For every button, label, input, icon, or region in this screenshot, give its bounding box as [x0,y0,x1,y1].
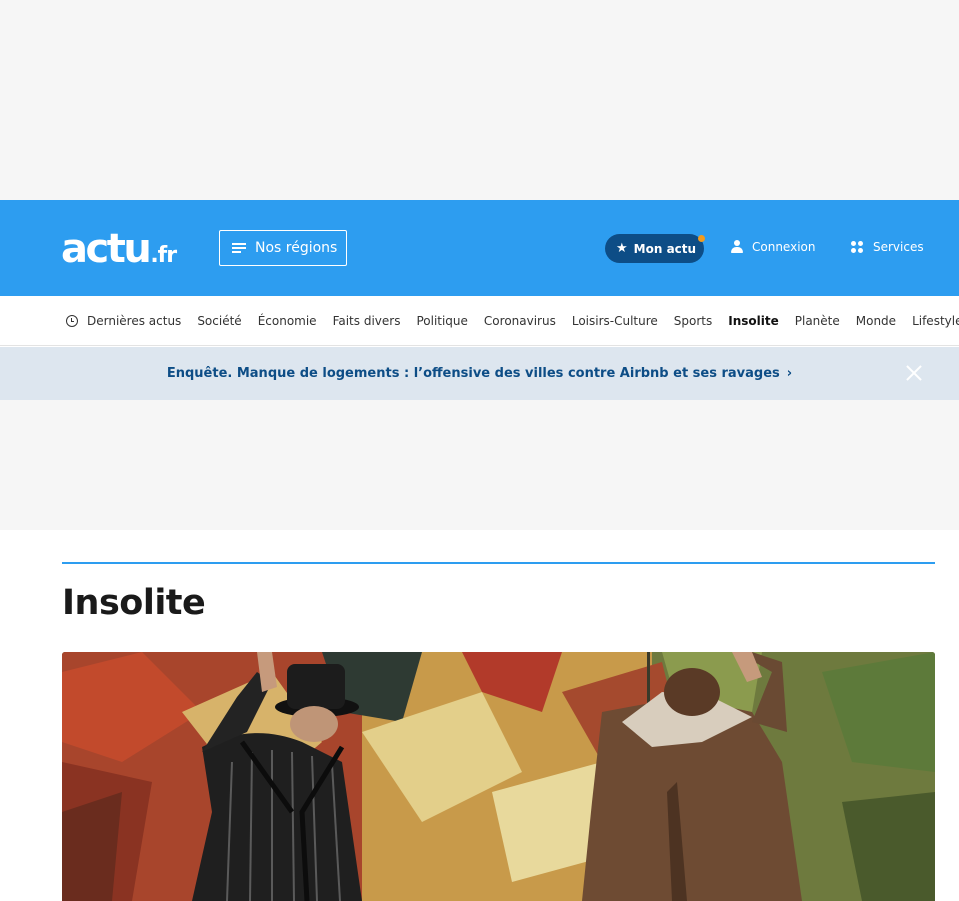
services-link[interactable]: Services [851,240,924,254]
ad-slot-middle [0,400,959,530]
nav-item-monde[interactable]: Monde [856,314,896,328]
close-icon[interactable] [905,364,923,382]
nav-item-label: Loisirs-Culture [571,314,658,328]
regions-button[interactable]: Nos régions [219,230,347,266]
nav-item-faits-divers[interactable]: Faits divers [333,314,401,328]
nav-item-lifestyle[interactable]: Lifestyle [912,314,959,328]
clock-icon [66,315,78,327]
nav-item-label: Planète [794,314,840,328]
mon-actu-label: Mon actu [633,241,697,256]
nav-item-label: Coronavirus [483,314,556,328]
services-label: Services [873,240,924,254]
grid-icon [851,240,864,254]
nav-item-societe[interactable]: Société [197,314,241,328]
connexion-link[interactable]: Connexion [730,240,816,254]
nav-item-label: Politique [416,314,468,328]
connexion-label: Connexion [752,240,816,254]
nav-item-coronavirus[interactable]: Coronavirus [484,314,556,328]
breaking-news-banner: Enquête. Manque de logements : l’offensi… [0,347,959,400]
nav-item-label: Faits divers [332,314,401,328]
mon-actu-button[interactable]: ★ Mon actu [605,234,705,263]
page-title: Insolite [62,583,206,623]
nav-item-label: Insolite [728,314,779,328]
nav-item-planete[interactable]: Planète [795,314,840,328]
menu-icon [232,242,246,254]
nav-item-label: Monde [855,314,897,328]
nav-item-dernieres-actus[interactable]: Dernières actus [66,314,181,328]
chevron-right-icon: › [786,366,793,381]
nav-item-insolite[interactable]: Insolite [728,314,779,328]
nav-item-sports[interactable]: Sports [674,314,712,328]
hero-image[interactable] [62,652,935,901]
nav-item-loisirs-culture[interactable]: Loisirs-Culture [572,314,658,328]
regions-label: Nos régions [255,240,338,256]
nav-item-economie[interactable]: Économie [258,314,317,328]
notification-dot [698,235,705,242]
nav-item-label: Dernières actus [87,314,182,328]
nav-item-politique[interactable]: Politique [416,314,467,328]
banner-link[interactable]: Enquête. Manque de logements : l’offensi… [0,347,959,400]
logo-main: actu [61,226,152,272]
site-logo[interactable]: actu .fr [61,226,177,272]
nav-item-label: Société [197,314,242,328]
star-icon: ★ [616,241,628,256]
nav-item-label: Lifestyle [912,314,959,328]
nav-item-label: Économie [257,314,317,328]
ad-slot-top [0,0,959,200]
category-nav: Dernières actus Société Économie Faits d… [0,296,959,346]
user-icon [730,240,744,254]
logo-tld: .fr [150,243,177,268]
banner-text: Enquête. Manque de logements : l’offensi… [166,366,780,381]
nav-item-label: Sports [673,314,713,328]
section-divider [62,562,935,564]
